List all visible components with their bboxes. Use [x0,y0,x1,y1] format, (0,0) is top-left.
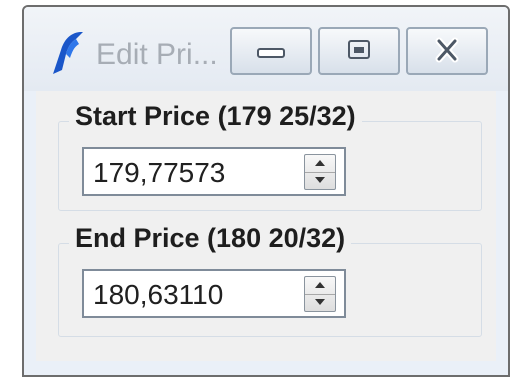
dialog-content: Start Price (179 25/32) 179,77573 End Pr… [36,91,496,361]
title-bar[interactable]: Edit Pri... [24,7,508,91]
end-price-spin-buttons [304,276,336,312]
end-price-input[interactable]: 180,63110 [82,269,346,318]
end-price-decrement-button[interactable] [305,294,335,311]
end-price-value: 180,63110 [93,279,224,310]
edit-price-window: Edit Pri... Start Price (179 25/32) 179,… [22,5,510,377]
arrow-down-icon [315,177,325,183]
arrow-down-icon [315,299,325,305]
start-price-increment-button[interactable] [305,155,335,173]
start-price-input[interactable]: 179,77573 [82,147,346,196]
arrow-up-icon [315,282,325,288]
app-logo-icon [53,32,83,74]
arrow-up-icon [315,160,325,166]
start-price-label: Start Price (179 25/32) [69,101,362,132]
maximize-icon [348,40,370,59]
start-price-decrement-button[interactable] [305,172,335,189]
window-title: Edit Pri... [96,38,218,71]
end-price-group: End Price (180 20/32) 180,63110 [58,223,482,337]
start-price-spin-buttons [304,154,336,190]
minimize-icon [257,48,285,58]
start-price-group: Start Price (179 25/32) 179,77573 [58,101,482,211]
close-button[interactable] [406,27,488,75]
start-price-value: 179,77573 [93,157,226,188]
end-price-label: End Price (180 20/32) [69,223,352,254]
end-price-increment-button[interactable] [305,277,335,295]
minimize-button[interactable] [230,27,312,75]
maximize-button[interactable] [318,27,400,75]
close-icon [435,37,459,63]
